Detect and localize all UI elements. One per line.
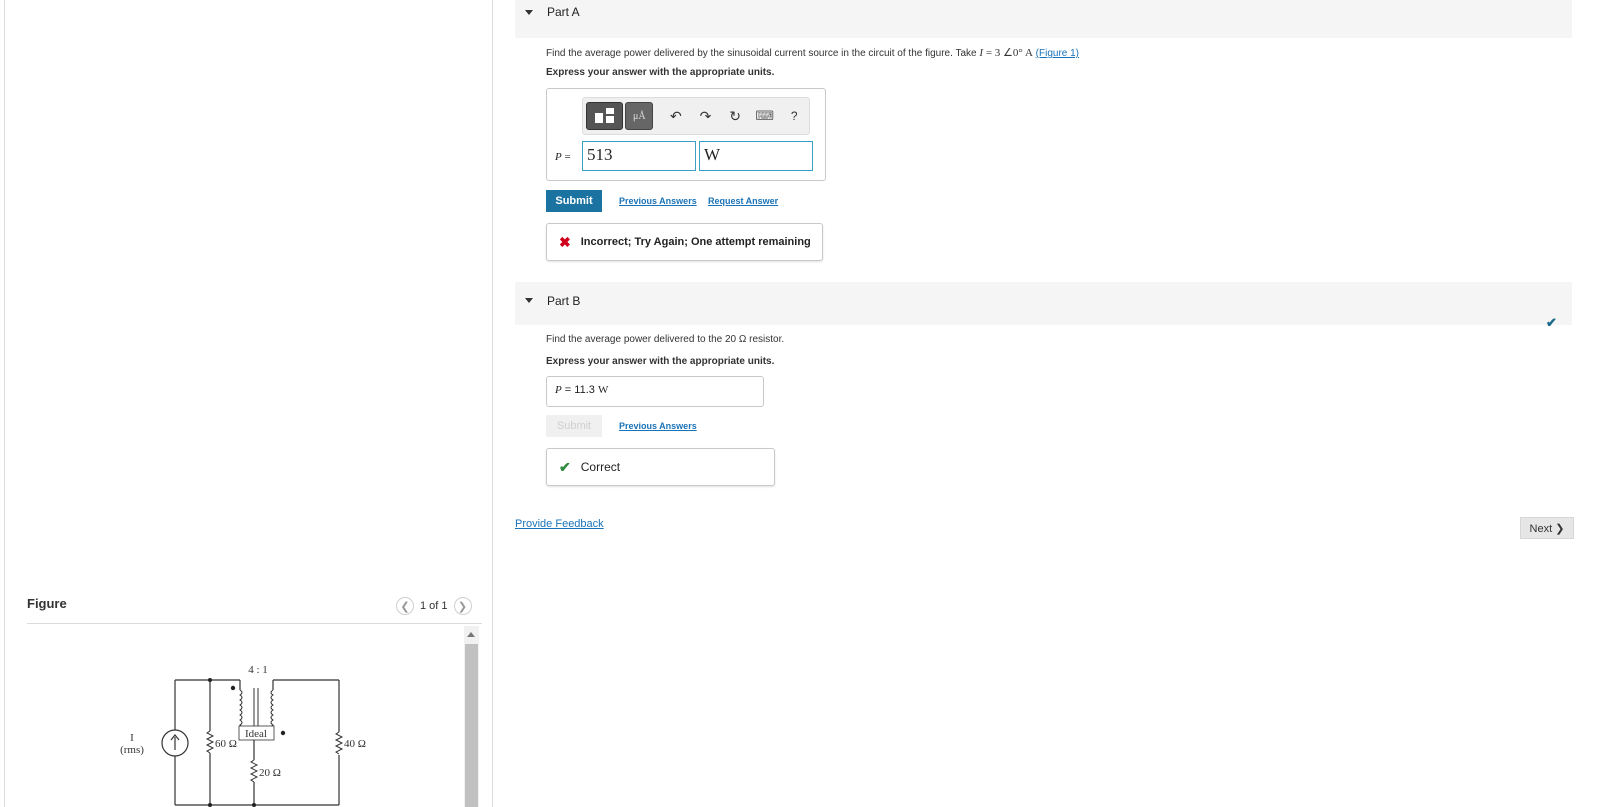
next-figure-button[interactable]: ❯ xyxy=(453,597,472,615)
undo-icon[interactable]: ↶ xyxy=(661,102,691,130)
answer-unit-input[interactable]: W xyxy=(699,141,813,171)
request-answer-link[interactable]: Request Answer xyxy=(708,196,778,206)
part-a-submit-button[interactable]: Submit xyxy=(546,190,602,212)
figure-header: Figure ❮ 1 of 1 ❯ xyxy=(27,596,482,624)
part-b-submit-button: Submit xyxy=(546,415,602,437)
scroll-thumb[interactable] xyxy=(465,644,478,807)
circuit-diagram: I (rms) 60 Ω 4 : 1 Ideal 20 Ω 40 Ω xyxy=(120,664,366,807)
part-b-question: Find the average power delivered to the … xyxy=(546,334,785,345)
keyboard-icon[interactable]: ⌨ xyxy=(750,102,780,130)
r2-label: 20 Ω xyxy=(259,767,281,779)
ideal-label: Ideal xyxy=(245,728,267,740)
part-a-answer-box: μÅ ↶ ↷ ↻ ⌨ ? P = 513 W xyxy=(546,88,826,181)
collapse-caret-icon[interactable] xyxy=(525,10,533,15)
collapse-caret-icon[interactable] xyxy=(525,298,533,303)
part-b-units-note: Express your answer with the appropriate… xyxy=(546,356,775,367)
part-b-feedback: ✔ Correct xyxy=(546,448,775,486)
templates-icon xyxy=(594,108,614,123)
part-b-answer-value: 11.3 xyxy=(574,384,598,396)
provide-feedback-link[interactable]: Provide Feedback xyxy=(515,518,604,530)
part-a-units-note: Express your answer with the appropriate… xyxy=(546,67,775,78)
turns-ratio-label: 4 : 1 xyxy=(248,664,268,676)
part-b-feedback-text: Correct xyxy=(580,460,621,474)
part-a-previous-answers-link[interactable]: Previous Answers xyxy=(619,196,697,206)
redo-icon[interactable]: ↷ xyxy=(691,102,721,130)
part-b-previous-answers-link[interactable]: Previous Answers xyxy=(619,421,697,431)
part-a-label: Part A xyxy=(547,5,580,19)
answer-value-input[interactable]: 513 xyxy=(582,141,696,171)
figure-scrollbar[interactable] xyxy=(464,626,479,807)
units-button[interactable]: μÅ xyxy=(625,102,654,130)
part-a-question: Find the average power delivered by the … xyxy=(546,47,1080,59)
part-b-complete-icon: ✔ xyxy=(1546,315,1557,330)
part-b-answer-box: P = 11.3 W xyxy=(546,376,764,407)
r1-label: 60 Ω xyxy=(215,738,237,750)
part-a-feedback-text: Incorrect; Try Again; One attempt remain… xyxy=(580,236,811,248)
templates-button[interactable] xyxy=(586,102,624,130)
incorrect-icon: ✖ xyxy=(559,233,571,250)
prev-figure-button[interactable]: ❮ xyxy=(396,597,414,615)
help-icon[interactable]: ? xyxy=(779,102,809,130)
figure-pager: ❮ 1 of 1 ❯ xyxy=(396,597,472,615)
figure-1-link[interactable]: (Figure 1) xyxy=(1036,48,1079,59)
next-button[interactable]: Next ❯ xyxy=(1520,517,1574,539)
part-b-label: Part B xyxy=(547,294,581,308)
math-toolbar: μÅ ↶ ↷ ↻ ⌨ ? xyxy=(582,97,810,135)
reset-icon[interactable]: ↻ xyxy=(720,102,750,130)
source-label: I xyxy=(130,732,134,744)
part-b-header[interactable]: Part B xyxy=(515,282,1572,325)
figure-title: Figure xyxy=(27,596,67,611)
r3-label: 40 Ω xyxy=(344,738,366,750)
pager-text: 1 of 1 xyxy=(420,600,448,612)
part-a-feedback: ✖ Incorrect; Try Again; One attempt rema… xyxy=(546,223,823,261)
answer-label: P = xyxy=(555,151,571,163)
part-b-answer-unit: W xyxy=(597,384,609,396)
source-sub-label: (rms) xyxy=(120,744,144,756)
part-a-header[interactable]: Part A xyxy=(515,0,1572,38)
correct-icon: ✔ xyxy=(559,458,571,475)
scroll-up-icon[interactable] xyxy=(467,632,475,637)
